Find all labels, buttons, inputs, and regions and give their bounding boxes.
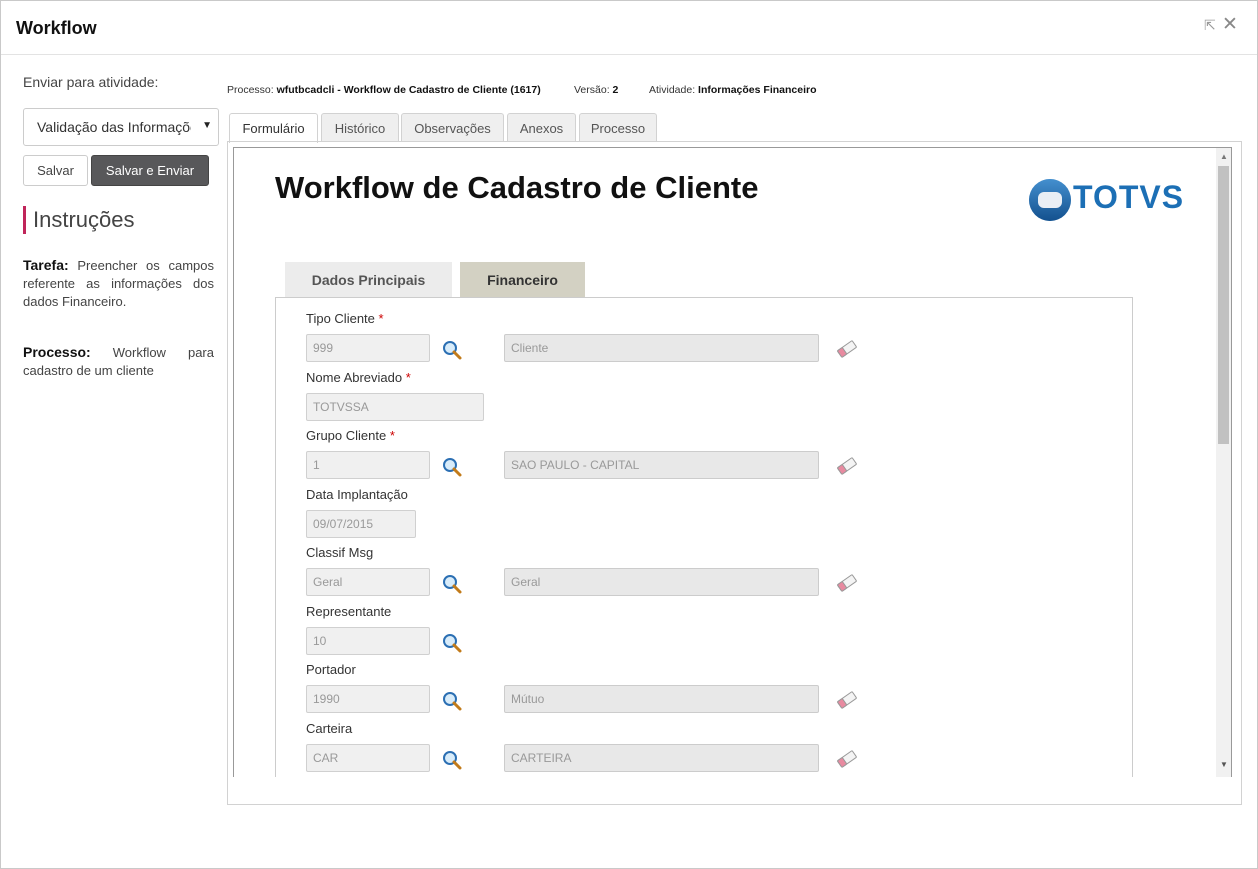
process-instruction: Processo: Workflow para cadastro de um c…: [23, 343, 214, 380]
grupo-cliente-desc-input[interactable]: SAO PAULO - CAPITAL: [504, 451, 819, 479]
restore-icon[interactable]: ⇱: [1204, 17, 1220, 33]
totvs-logo: TOTVS: [1027, 177, 1183, 225]
subtab-dados-principais[interactable]: Dados Principais: [285, 262, 452, 298]
scroll-thumb[interactable]: [1218, 166, 1229, 444]
version-info: Versão: 2: [574, 84, 618, 96]
window-title: Workflow: [16, 18, 97, 38]
save-and-send-button[interactable]: Salvar e Enviar: [91, 155, 209, 186]
nome-abreviado-label: Nome Abreviado *: [306, 370, 411, 385]
classif-msg-desc-input[interactable]: Geral: [504, 568, 819, 596]
task-instruction: Tarefa: Preencher os campos referente as…: [23, 256, 214, 311]
data-implantacao-label: Data Implantação: [306, 487, 408, 502]
scroll-down-icon[interactable]: ▼: [1220, 760, 1228, 769]
eraser-icon[interactable]: [836, 340, 858, 358]
process-label: Processo:: [23, 344, 91, 360]
tab-processo[interactable]: Processo: [579, 113, 657, 142]
tab-historico[interactable]: Histórico: [321, 113, 399, 142]
portador-label: Portador: [306, 662, 356, 677]
data-implantacao-input[interactable]: 09/07/2015: [306, 510, 416, 538]
activity-info: Atividade: Informações Financeiro: [649, 84, 817, 96]
form-frame: Workflow de Cadastro de Cliente TOTVS Da…: [233, 147, 1232, 777]
instructions-title: Instruções: [33, 207, 135, 232]
activity-info-value: Informações Financeiro: [698, 84, 817, 96]
form-title: Workflow de Cadastro de Cliente: [275, 170, 759, 205]
tipo-cliente-code-input[interactable]: 999: [306, 334, 430, 362]
tab-formulario[interactable]: Formulário: [229, 113, 318, 143]
grupo-cliente-label: Grupo Cliente *: [306, 428, 395, 443]
classif-msg-label: Classif Msg: [306, 545, 374, 560]
activity-select[interactable]: Validação das Informações ▼: [23, 108, 219, 146]
activity-select-value: Validação das Informações: [37, 119, 191, 135]
eraser-icon[interactable]: [836, 691, 858, 709]
process-info: Processo: wfutbcadcli - Workflow de Cada…: [227, 84, 541, 96]
eraser-icon[interactable]: [836, 457, 858, 475]
tab-observacoes[interactable]: Observações: [401, 113, 504, 142]
title-bar: Workflow ⇱ ✕: [1, 1, 1257, 55]
search-icon[interactable]: [441, 749, 463, 771]
scroll-up-icon[interactable]: ▲: [1220, 152, 1228, 161]
instructions-accent-bar: [23, 206, 26, 234]
search-icon[interactable]: [441, 573, 463, 595]
totvs-logo-text: TOTVS: [1073, 179, 1185, 215]
tipo-cliente-desc-input[interactable]: Cliente: [504, 334, 819, 362]
nome-abreviado-input[interactable]: TOTVSSA: [306, 393, 484, 421]
representante-label: Representante: [306, 604, 392, 619]
search-icon[interactable]: [441, 339, 463, 361]
portador-desc-input[interactable]: Mútuo: [504, 685, 819, 713]
eraser-icon[interactable]: [836, 750, 858, 768]
portador-code-input[interactable]: 1990: [306, 685, 430, 713]
save-button[interactable]: Salvar: [23, 155, 88, 186]
version-value: 2: [612, 84, 619, 96]
process-info-value: wfutbcadcli - Workflow de Cadastro de Cl…: [276, 84, 541, 96]
grupo-cliente-code-input[interactable]: 1: [306, 451, 430, 479]
totvs-logo-icon: [1029, 179, 1071, 221]
search-icon[interactable]: [441, 456, 463, 478]
workflow-window: Workflow ⇱ ✕ Enviar para atividade: Vali…: [0, 0, 1258, 869]
process-info-label: Processo:: [227, 84, 274, 96]
vertical-scrollbar[interactable]: ▲ ▼: [1216, 148, 1231, 777]
close-icon[interactable]: ✕: [1222, 13, 1238, 35]
search-icon[interactable]: [441, 632, 463, 654]
send-to-activity-label: Enviar para atividade:: [23, 74, 159, 90]
chevron-down-icon: ▼: [202, 120, 212, 131]
tipo-cliente-label: Tipo Cliente *: [306, 311, 384, 326]
version-label: Versão:: [574, 84, 610, 96]
task-label: Tarefa:: [23, 257, 69, 273]
activity-info-label: Atividade:: [649, 84, 696, 96]
carteira-label: Carteira: [306, 721, 353, 736]
eraser-icon[interactable]: [836, 574, 858, 592]
classif-msg-code-input[interactable]: Geral: [306, 568, 430, 596]
carteira-code-input[interactable]: CAR: [306, 744, 430, 772]
tab-anexos[interactable]: Anexos: [507, 113, 576, 142]
subtab-financeiro[interactable]: Financeiro: [460, 262, 585, 298]
carteira-desc-input[interactable]: CARTEIRA: [504, 744, 819, 772]
representante-code-input[interactable]: 10: [306, 627, 430, 655]
search-icon[interactable]: [441, 690, 463, 712]
